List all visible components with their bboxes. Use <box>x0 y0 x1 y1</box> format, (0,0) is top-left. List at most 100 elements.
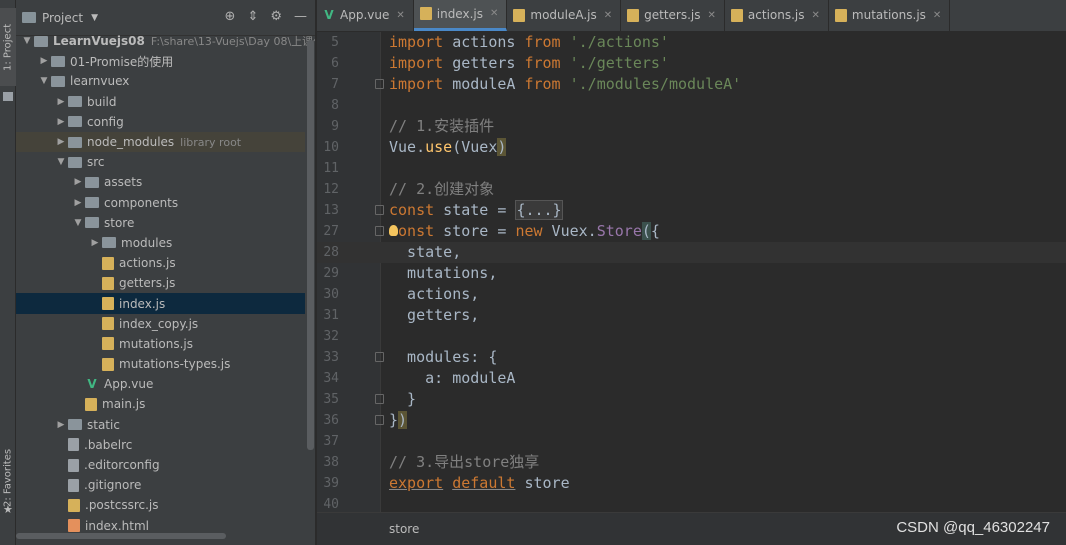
tree-item-app-vue[interactable]: V App.vue <box>16 374 305 394</box>
code-line[interactable]: 35 } <box>317 389 1066 410</box>
code-line[interactable]: 36}) <box>317 410 1066 431</box>
tree-item-index-js[interactable]: index.js <box>16 293 305 314</box>
code-text: } <box>389 389 416 410</box>
tree-item-static[interactable]: ▶ static <box>16 415 305 435</box>
tree-item-index-copy-js[interactable]: index_copy.js <box>16 314 305 334</box>
code-line[interactable]: 34 a: moduleA <box>317 368 1066 389</box>
code-line[interactable]: 6 import getters from './getters' <box>317 53 1066 74</box>
line-number: 32 <box>323 328 339 344</box>
close-icon[interactable]: ✕ <box>708 10 716 21</box>
code-line[interactable]: 39 export default store <box>317 473 1066 494</box>
tree-item-editorconfig[interactable]: .editorconfig <box>16 455 305 475</box>
tree-item-config[interactable]: ▶ config <box>16 112 305 132</box>
tab-app-vue[interactable]: V App.vue ✕ <box>317 0 414 31</box>
star-icon[interactable]: ★ <box>3 503 13 516</box>
tree-item-mutations-js[interactable]: mutations.js <box>16 334 305 354</box>
code-line[interactable]: 28 state, <box>317 241 1066 263</box>
tree-item-node-modules[interactable]: ▶ node_modules library root <box>16 131 305 153</box>
chevron-right-icon[interactable]: ▶ <box>54 137 68 147</box>
code-line[interactable]: 10 Vue.use(Vuex) <box>317 137 1066 158</box>
tree-item-babelrc[interactable]: .babelrc <box>16 435 305 455</box>
fold-marker-icon[interactable] <box>375 204 384 215</box>
tree-item-learnvuex[interactable]: ▼ learnvuex <box>16 71 305 91</box>
folder-icon <box>68 419 82 431</box>
tree-item-learnvuejs08[interactable]: ▼ LearnVuejs08 F:\share\13-Vuejs\Day 08\上课… <box>16 31 315 51</box>
chevron-down-icon[interactable]: ▼ <box>71 218 85 228</box>
tree-item-getters-js[interactable]: getters.js <box>16 273 305 293</box>
close-icon[interactable]: ✕ <box>396 10 404 21</box>
tree-item-build[interactable]: ▶ build <box>16 92 305 112</box>
tree-item-main-js[interactable]: main.js <box>16 394 305 414</box>
chevron-down-icon[interactable]: ▼ <box>37 76 51 86</box>
code-line[interactable]: 8 <box>317 95 1066 116</box>
tree-item-actions-js[interactable]: actions.js <box>16 253 305 273</box>
watermark-text: CSDN @qq_46302247 <box>896 519 1050 536</box>
code-line[interactable]: 40 <box>317 494 1066 513</box>
collapse-all-icon[interactable]: ⇕ <box>247 9 258 24</box>
chevron-down-icon[interactable]: ▼ <box>91 13 98 23</box>
tab-modulea-js[interactable]: moduleA.js ✕ <box>507 0 622 31</box>
close-icon[interactable]: ✕ <box>604 10 612 21</box>
chevron-right-icon[interactable]: ▶ <box>54 97 68 107</box>
code-line[interactable]: 5 import actions from './actions' <box>317 32 1066 53</box>
js-file-icon <box>513 8 526 22</box>
tree-item-01-promise[interactable]: ▶ 01-Promise的使用 <box>16 51 305 71</box>
close-icon[interactable]: ✕ <box>812 10 820 21</box>
close-icon[interactable]: ✕ <box>490 8 498 19</box>
structure-icon[interactable] <box>3 92 13 101</box>
code-token: Store <box>596 221 642 240</box>
code-line[interactable]: 37 <box>317 431 1066 452</box>
tab-mutations-js[interactable]: mutations.js ✕ <box>829 0 951 31</box>
chevron-down-icon[interactable]: ▼ <box>20 36 34 46</box>
chevron-down-icon[interactable]: ▼ <box>54 157 68 167</box>
chevron-right-icon[interactable]: ▶ <box>54 420 68 430</box>
code-token[interactable]: {...} <box>515 199 563 220</box>
tab-index-js[interactable]: index.js ✕ <box>413 0 508 31</box>
code-line[interactable]: 11 <box>317 158 1066 179</box>
code-editor[interactable]: 5 import actions from './actions' 6 import … <box>317 32 1066 512</box>
chevron-right-icon[interactable]: ▶ <box>37 56 51 66</box>
tree-item-store[interactable]: ▼ store <box>16 213 305 233</box>
code-line[interactable]: 38 // 3.导出store独享 <box>317 452 1066 473</box>
locate-icon[interactable]: ⊕ <box>225 9 236 24</box>
code-token: ) <box>398 410 408 429</box>
tree-item-src[interactable]: ▼ src <box>16 152 305 172</box>
tree-item-assets[interactable]: ▶ assets <box>16 172 305 192</box>
chevron-right-icon[interactable]: ▶ <box>54 117 68 127</box>
tree-item-components[interactable]: ▶ components <box>16 193 305 213</box>
chevron-right-icon[interactable]: ▶ <box>88 238 102 248</box>
chevron-right-icon[interactable]: ▶ <box>71 177 85 187</box>
tree-item-mutations-types-js[interactable]: mutations-types.js <box>16 354 305 374</box>
code-line[interactable]: 13 const state = {...} <box>317 199 1066 221</box>
tab-actions-js[interactable]: actions.js ✕ <box>725 0 829 31</box>
project-panel-title[interactable]: Project <box>42 11 83 25</box>
tree-vertical-scrollbar[interactable] <box>307 40 314 450</box>
hide-panel-icon[interactable]: — <box>294 9 307 24</box>
code-line[interactable]: 33 modules: { <box>317 347 1066 368</box>
code-line[interactable]: 29 mutations, <box>317 263 1066 284</box>
code-line[interactable]: 27 const store = new Vuex.Store({ <box>317 221 1066 242</box>
code-line[interactable]: 31 getters, <box>317 305 1066 326</box>
fold-marker-icon[interactable] <box>375 393 384 404</box>
fold-marker-icon[interactable] <box>375 351 384 362</box>
breadcrumb[interactable]: store <box>389 522 419 536</box>
intention-bulb-icon[interactable] <box>389 224 398 236</box>
gear-icon[interactable]: ⚙ <box>270 9 282 24</box>
tree-item-postcssrc-js[interactable]: .postcssrc.js <box>16 495 305 515</box>
tree-item-gitignore[interactable]: .gitignore <box>16 475 305 495</box>
tree-item-modules[interactable]: ▶ modules <box>16 233 305 253</box>
tab-getters-js[interactable]: getters.js ✕ <box>621 0 725 31</box>
code-line[interactable]: 12 // 2.创建对象 <box>317 179 1066 200</box>
code-line[interactable]: 30 actions, <box>317 284 1066 305</box>
code-text: a: moduleA <box>389 368 515 389</box>
tree-horizontal-scrollbar[interactable] <box>16 533 226 539</box>
code-line[interactable]: 32 <box>317 326 1066 347</box>
close-icon[interactable]: ✕ <box>933 10 941 21</box>
fold-marker-icon[interactable] <box>375 414 384 425</box>
chevron-right-icon[interactable]: ▶ <box>71 198 85 208</box>
code-line[interactable]: 7 import moduleA from './modules/moduleA' <box>317 74 1066 95</box>
fold-marker-icon[interactable] <box>375 78 384 89</box>
code-line[interactable]: 9 // 1.安装插件 <box>317 116 1066 137</box>
project-tool-tab[interactable]: 1: Project <box>0 8 16 86</box>
fold-marker-icon[interactable] <box>375 225 384 236</box>
